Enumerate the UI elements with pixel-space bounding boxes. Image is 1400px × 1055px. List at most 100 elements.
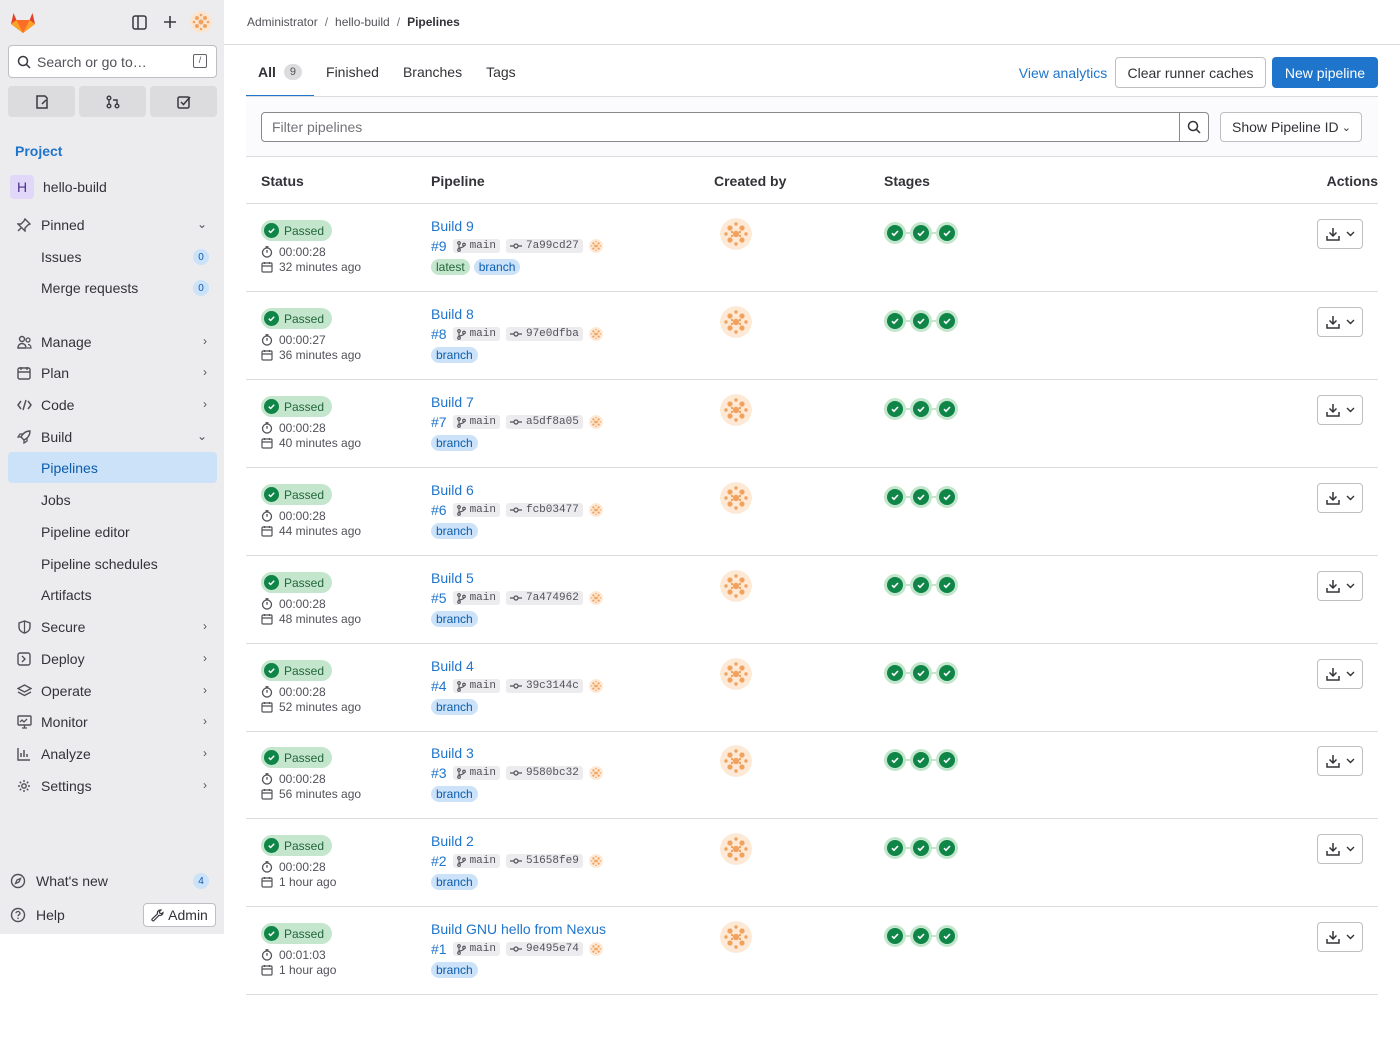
commit-sha[interactable]: 39c3144c xyxy=(505,679,583,693)
stage-passed-icon[interactable] xyxy=(936,398,958,420)
sidebar-item-settings[interactable]: Settings › xyxy=(8,770,217,801)
pipeline-id-link[interactable]: #8 xyxy=(431,326,447,342)
merge-requests-button[interactable] xyxy=(79,86,146,117)
stage-passed-icon[interactable] xyxy=(936,925,958,947)
admin-button[interactable]: Admin xyxy=(143,903,216,927)
sidebar-item-secure[interactable]: Secure › xyxy=(8,611,217,642)
user-avatar[interactable] xyxy=(190,11,212,33)
commit-sha[interactable]: 9580bc32 xyxy=(505,766,583,780)
commit-sha[interactable]: 7a99cd27 xyxy=(505,239,583,253)
filter-pipelines-input[interactable]: Filter pipelines xyxy=(261,112,1181,142)
stage-passed-icon[interactable] xyxy=(910,749,932,771)
status-badge[interactable]: Passed xyxy=(261,572,333,593)
sidebar-item-pipelines[interactable]: Pipelines xyxy=(8,452,217,483)
pipeline-title-link[interactable]: Build 4 xyxy=(431,658,474,674)
status-badge[interactable]: Passed xyxy=(261,923,333,944)
breadcrumb-item[interactable]: Administrator xyxy=(247,15,318,29)
status-badge[interactable]: Passed xyxy=(261,396,333,417)
stage-passed-icon[interactable] xyxy=(910,486,932,508)
status-badge[interactable]: Passed xyxy=(261,220,333,241)
status-badge[interactable]: Passed xyxy=(261,308,333,329)
stage-passed-icon[interactable] xyxy=(910,310,932,332)
whats-new-button[interactable]: What's new 4 xyxy=(8,869,217,893)
stage-passed-icon[interactable] xyxy=(884,837,906,859)
branch-ref[interactable]: main xyxy=(452,503,500,517)
sidebar-item-code[interactable]: Code › xyxy=(8,389,217,420)
pipeline-title-link[interactable]: Build 8 xyxy=(431,306,474,322)
view-analytics-button[interactable]: View analytics xyxy=(1012,57,1114,88)
pipeline-title-link[interactable]: Build 7 xyxy=(431,394,474,410)
sidebar-item-jobs[interactable]: Jobs xyxy=(8,484,217,515)
sidebar-item-operate[interactable]: Operate › xyxy=(8,675,217,706)
stage-passed-icon[interactable] xyxy=(884,486,906,508)
stage-passed-icon[interactable] xyxy=(884,662,906,684)
branch-ref[interactable]: main xyxy=(452,591,500,605)
stage-passed-icon[interactable] xyxy=(936,662,958,684)
pipeline-title-link[interactable]: Build 6 xyxy=(431,482,474,498)
breadcrumb-item[interactable]: hello-build xyxy=(335,15,390,29)
commit-sha[interactable]: 97e0dfba xyxy=(505,327,583,341)
stage-passed-icon[interactable] xyxy=(884,925,906,947)
pipeline-title-link[interactable]: Build 9 xyxy=(431,218,474,234)
stage-passed-icon[interactable] xyxy=(936,222,958,244)
pipeline-id-link[interactable]: #5 xyxy=(431,590,447,606)
sidebar-item-plan[interactable]: Plan › xyxy=(8,357,217,388)
breadcrumb-current[interactable]: Pipelines xyxy=(407,15,460,29)
new-pipeline-button[interactable]: New pipeline xyxy=(1272,57,1378,88)
download-artifacts-button[interactable] xyxy=(1317,571,1363,601)
stage-passed-icon[interactable] xyxy=(884,749,906,771)
sidebar-item-artifacts[interactable]: Artifacts xyxy=(8,579,217,610)
search-input[interactable]: Search or go to… / xyxy=(8,45,217,78)
stage-passed-icon[interactable] xyxy=(910,398,932,420)
clear-runner-caches-button[interactable]: Clear runner caches xyxy=(1115,57,1266,88)
pipeline-id-link[interactable]: #3 xyxy=(431,765,447,781)
gitlab-logo-icon[interactable] xyxy=(10,10,36,34)
stage-passed-icon[interactable] xyxy=(910,837,932,859)
pipeline-title-link[interactable]: Build 2 xyxy=(431,833,474,849)
sidebar-item-pipeline-editor[interactable]: Pipeline editor xyxy=(8,516,217,547)
help-button[interactable]: Help xyxy=(8,903,65,927)
sidebar-item-pinned[interactable]: Pinned ⌄ xyxy=(8,209,217,240)
commit-sha[interactable]: a5df8a05 xyxy=(505,415,583,429)
stage-passed-icon[interactable] xyxy=(936,837,958,859)
download-artifacts-button[interactable] xyxy=(1317,307,1363,337)
download-artifacts-button[interactable] xyxy=(1317,746,1363,776)
sidebar-item-deploy[interactable]: Deploy › xyxy=(8,643,217,674)
stage-passed-icon[interactable] xyxy=(884,398,906,420)
tab-finished[interactable]: Finished xyxy=(314,46,391,97)
pipeline-id-link[interactable]: #4 xyxy=(431,678,447,694)
pipeline-id-link[interactable]: #9 xyxy=(431,238,447,254)
status-badge[interactable]: Passed xyxy=(261,660,333,681)
download-artifacts-button[interactable] xyxy=(1317,659,1363,689)
branch-ref[interactable]: main xyxy=(452,766,500,780)
branch-ref[interactable]: main xyxy=(452,239,500,253)
todo-list-button[interactable] xyxy=(150,86,217,117)
tab-all[interactable]: All 9 xyxy=(246,46,315,97)
stage-passed-icon[interactable] xyxy=(884,222,906,244)
branch-ref[interactable]: main xyxy=(452,679,500,693)
filter-search-button[interactable] xyxy=(1179,112,1209,142)
stage-passed-icon[interactable] xyxy=(936,486,958,508)
stage-passed-icon[interactable] xyxy=(936,310,958,332)
commit-sha[interactable]: 9e495e74 xyxy=(505,942,583,956)
tab-tags[interactable]: Tags xyxy=(474,46,528,97)
commit-sha[interactable]: 7a474962 xyxy=(505,591,583,605)
stage-passed-icon[interactable] xyxy=(884,310,906,332)
sidebar-item-manage[interactable]: Manage › xyxy=(8,326,217,357)
sidebar-item-build[interactable]: Build ⌄ xyxy=(8,421,217,452)
tab-branches[interactable]: Branches xyxy=(391,46,474,97)
stage-passed-icon[interactable] xyxy=(910,574,932,596)
commit-sha[interactable]: 51658fe9 xyxy=(505,854,583,868)
stage-passed-icon[interactable] xyxy=(910,925,932,947)
sidebar-item-issues[interactable]: Issues 0 xyxy=(8,241,217,272)
sidebar-item-monitor[interactable]: Monitor › xyxy=(8,706,217,737)
branch-ref[interactable]: main xyxy=(452,327,500,341)
status-badge[interactable]: Passed xyxy=(261,484,333,505)
assigned-issues-button[interactable] xyxy=(8,86,75,117)
sidebar-toggle-icon[interactable] xyxy=(129,12,149,32)
download-artifacts-button[interactable] xyxy=(1317,483,1363,513)
stage-passed-icon[interactable] xyxy=(910,222,932,244)
branch-ref[interactable]: main xyxy=(452,942,500,956)
download-artifacts-button[interactable] xyxy=(1317,834,1363,864)
stage-passed-icon[interactable] xyxy=(936,749,958,771)
